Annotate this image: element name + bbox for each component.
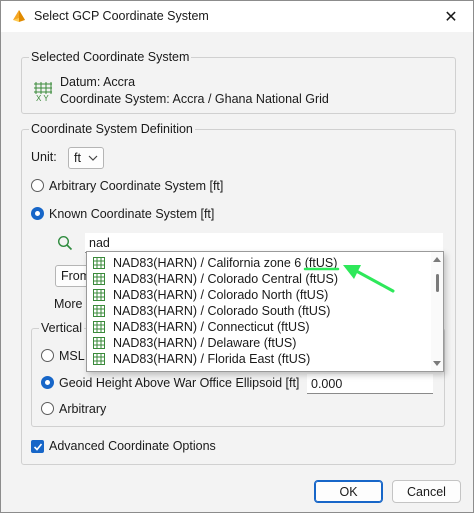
- advanced-options-label: Advanced Coordinate Options: [49, 439, 216, 453]
- grid-icon: [93, 353, 105, 365]
- list-item-text: NAD83(HARN) / Connecticut (ftUS): [113, 320, 310, 334]
- scroll-down-icon[interactable]: [433, 361, 441, 367]
- arbitrary-cs-label: Arbitrary Coordinate System [ft]: [49, 179, 224, 193]
- list-item-text: NAD83(HARN) / Colorado North (ftUS): [113, 288, 329, 302]
- list-item[interactable]: NAD83(HARN) / Connecticut (ftUS): [87, 319, 427, 335]
- vertical-group-title: Vertical: [39, 321, 84, 335]
- more-link[interactable]: More: [54, 297, 82, 311]
- selected-cs-group-title: Selected Coordinate System: [29, 50, 192, 64]
- app-icon: [13, 10, 25, 22]
- known-cs-label: Known Coordinate System [ft]: [49, 207, 215, 221]
- cs-definition-group-title: Coordinate System Definition: [29, 122, 195, 136]
- grid-icon: [93, 321, 105, 333]
- search-icon: [57, 235, 73, 251]
- list-item[interactable]: NAD83(HARN) / Colorado South (ftUS): [87, 303, 427, 319]
- list-item-text: NAD83(HARN) / Florida East (ftUS): [113, 352, 311, 366]
- geoid-height-input[interactable]: [307, 374, 433, 394]
- ok-button[interactable]: OK: [314, 480, 383, 503]
- list-item-text: NAD83(HARN) / Colorado South (ftUS): [113, 304, 331, 318]
- cs-search-input[interactable]: [85, 233, 443, 253]
- close-button[interactable]: ✕: [429, 1, 473, 32]
- close-icon: ✕: [444, 8, 458, 26]
- grid-icon: [93, 273, 105, 285]
- vertical-arbitrary-label: Arbitrary: [59, 402, 107, 416]
- scroll-up-icon[interactable]: [433, 256, 441, 262]
- grid-icon: [93, 257, 105, 269]
- unit-select[interactable]: ft: [68, 147, 104, 169]
- geoid-radio[interactable]: [41, 376, 54, 389]
- checkmark-icon: [33, 443, 43, 451]
- grid-icon: [93, 305, 105, 317]
- cancel-button-label: Cancel: [407, 484, 446, 499]
- list-item[interactable]: NAD83(HARN) / Florida East (ftUS): [87, 351, 427, 367]
- datum-text: Datum: Accra: [60, 75, 136, 89]
- grid-icon: [93, 337, 105, 349]
- window-title: Select GCP Coordinate System: [34, 9, 209, 23]
- vertical-arbitrary-radio[interactable]: [41, 402, 54, 415]
- ok-button-label: OK: [339, 484, 358, 499]
- grid-xy-icon-caption: XY: [36, 94, 51, 103]
- msl-radio[interactable]: [41, 349, 54, 362]
- chevron-down-icon: [88, 155, 98, 161]
- grid-icon: [93, 289, 105, 301]
- arbitrary-cs-radio[interactable]: [31, 179, 44, 192]
- title-bar: Select GCP Coordinate System ✕: [1, 1, 473, 32]
- list-item[interactable]: NAD83(HARN) / Delaware (ftUS): [87, 335, 427, 351]
- dialog-window: Select GCP Coordinate System ✕ Selected …: [0, 0, 474, 513]
- results-scrollbar[interactable]: [431, 252, 443, 371]
- geoid-label: Geoid Height Above War Office Ellipsoid …: [59, 376, 300, 390]
- unit-label: Unit:: [31, 150, 57, 164]
- advanced-options-checkbox[interactable]: [31, 440, 44, 453]
- coordinate-system-text: Coordinate System: Accra / Ghana Nationa…: [60, 92, 329, 106]
- scroll-thumb[interactable]: [436, 274, 439, 292]
- msl-label: MSL: [59, 349, 85, 363]
- known-cs-radio[interactable]: [31, 207, 44, 220]
- annotation-arrow: [303, 265, 395, 293]
- unit-select-value: ft: [74, 151, 81, 165]
- cancel-button[interactable]: Cancel: [392, 480, 461, 503]
- list-item-text: NAD83(HARN) / Delaware (ftUS): [113, 336, 297, 350]
